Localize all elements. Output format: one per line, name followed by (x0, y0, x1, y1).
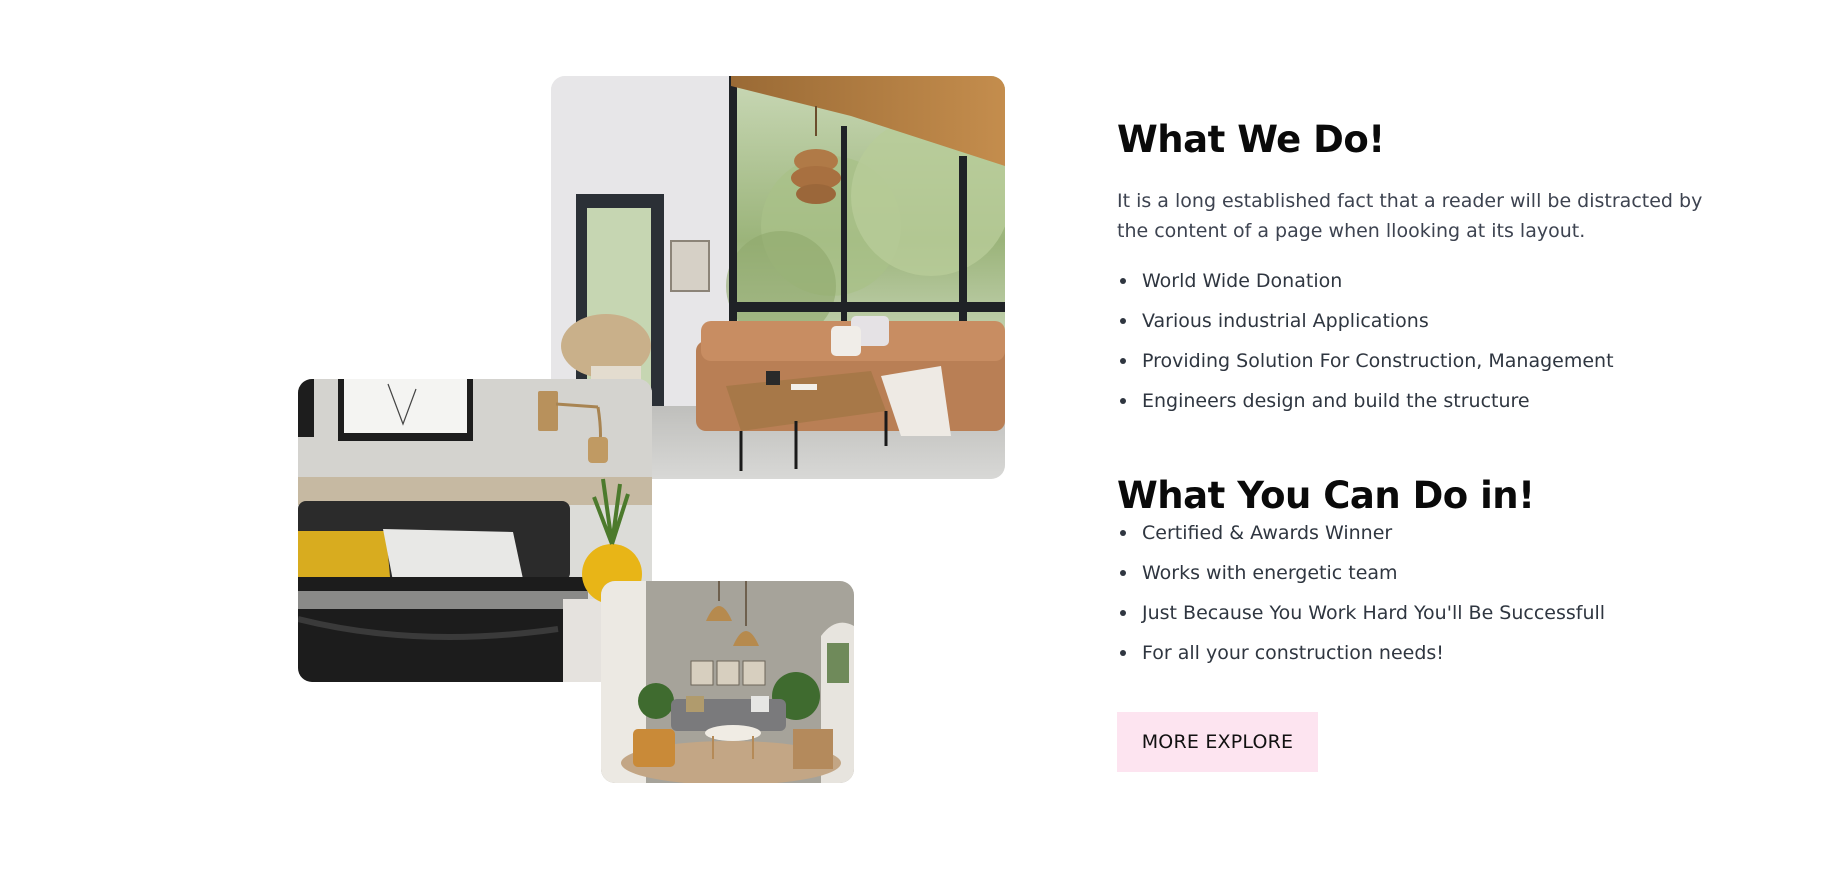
list-item: Just Because You Work Hard You'll Be Suc… (1117, 598, 1717, 638)
list-item: Engineers design and build the structure (1117, 386, 1717, 426)
list-item: Certified & Awards Winner (1117, 518, 1717, 558)
list-item: World Wide Donation (1117, 266, 1717, 306)
what-you-can-do-list: Certified & Awards Winner Works with ene… (1117, 518, 1717, 678)
lounge-photo (601, 581, 854, 783)
what-we-do-list: World Wide Donation Various industrial A… (1117, 266, 1717, 426)
list-item: Various industrial Applications (1117, 306, 1717, 346)
bedroom-photo (298, 379, 652, 682)
list-item: Works with energetic team (1117, 558, 1717, 598)
list-item: Providing Solution For Construction, Man… (1117, 346, 1717, 386)
list-item: For all your construction needs! (1117, 638, 1717, 678)
content-column: What We Do! It is a long established fac… (1117, 112, 1717, 772)
more-explore-button[interactable]: MORE EXPLORE (1117, 712, 1318, 772)
what-we-do-description: It is a long established fact that a rea… (1117, 190, 1703, 242)
what-we-do-heading: What We Do! (1117, 118, 1385, 161)
about-section: What We Do! It is a long established fac… (0, 0, 1835, 872)
what-you-can-do-heading: What You Can Do in! (1117, 474, 1535, 517)
